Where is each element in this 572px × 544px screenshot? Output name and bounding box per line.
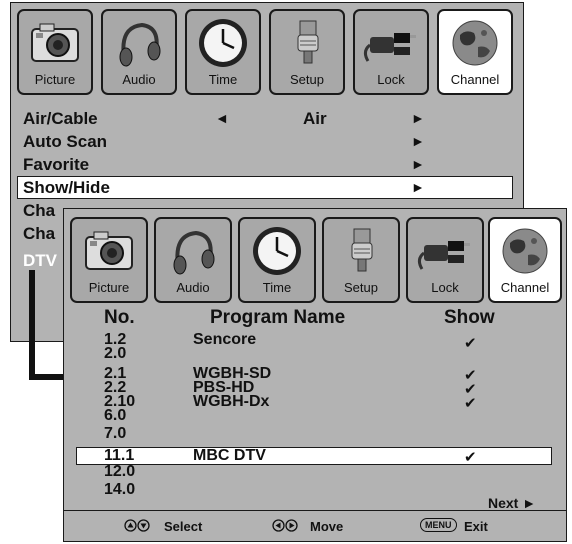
up-down-arrows-icon [124,519,150,535]
tab-setup[interactable]: Setup [322,217,400,303]
globe-icon [502,228,548,274]
tab-label: Lock [431,280,459,295]
footer-select-label: Select [164,519,203,534]
clock-icon [253,227,301,275]
channel-number: 12.0 [104,463,136,480]
check-icon[interactable]: ✔ [464,336,477,351]
check-icon[interactable]: ✔ [464,396,477,411]
channel-number: 6.0 [104,407,127,424]
footer-hints: Select Move MENU Exit [64,510,566,541]
channel-name: MBC DTV [193,447,266,464]
tab-label: Time [262,280,292,295]
menu-tab-bar: Picture Audio Time Setup Lock Channel [70,217,562,305]
footer-exit-label: Exit [464,519,488,534]
tab-label: Setup [344,280,378,295]
selected-channel-row-highlight [76,447,552,465]
tab-channel[interactable]: Channel [488,217,562,303]
camera-icon [85,231,133,270]
show-hide-panel: Picture Audio Time Setup Lock Channel No… [63,208,567,542]
connector-icon [351,228,373,272]
menu-key-icon: MENU [420,518,457,532]
column-header-show: Show [444,307,495,328]
column-header-program-name: Program Name [210,307,346,328]
tab-lock[interactable]: Lock [406,217,484,303]
tab-audio[interactable]: Audio [154,217,232,303]
channel-number: 14.0 [104,481,136,498]
channel-name: Sencore [193,331,257,348]
channel-number: 11.1 [104,447,135,464]
channel-number: 2.0 [104,345,127,362]
headphones-icon [173,230,215,275]
footer-move-label: Move [310,519,344,534]
tab-label: Audio [176,280,210,295]
column-header-no: No. [104,307,135,328]
plug-icon [417,241,470,270]
channel-number: 7.0 [104,425,127,442]
channel-name: WGBH-Dx [193,393,270,410]
next-page-button[interactable]: Next ► [488,495,536,511]
tab-picture[interactable]: Picture [70,217,148,303]
tab-label: Picture [88,280,130,295]
left-right-arrows-icon [272,519,298,535]
check-icon[interactable]: ✔ [464,450,477,465]
tab-label: Channel [500,280,550,295]
tab-time[interactable]: Time [238,217,316,303]
